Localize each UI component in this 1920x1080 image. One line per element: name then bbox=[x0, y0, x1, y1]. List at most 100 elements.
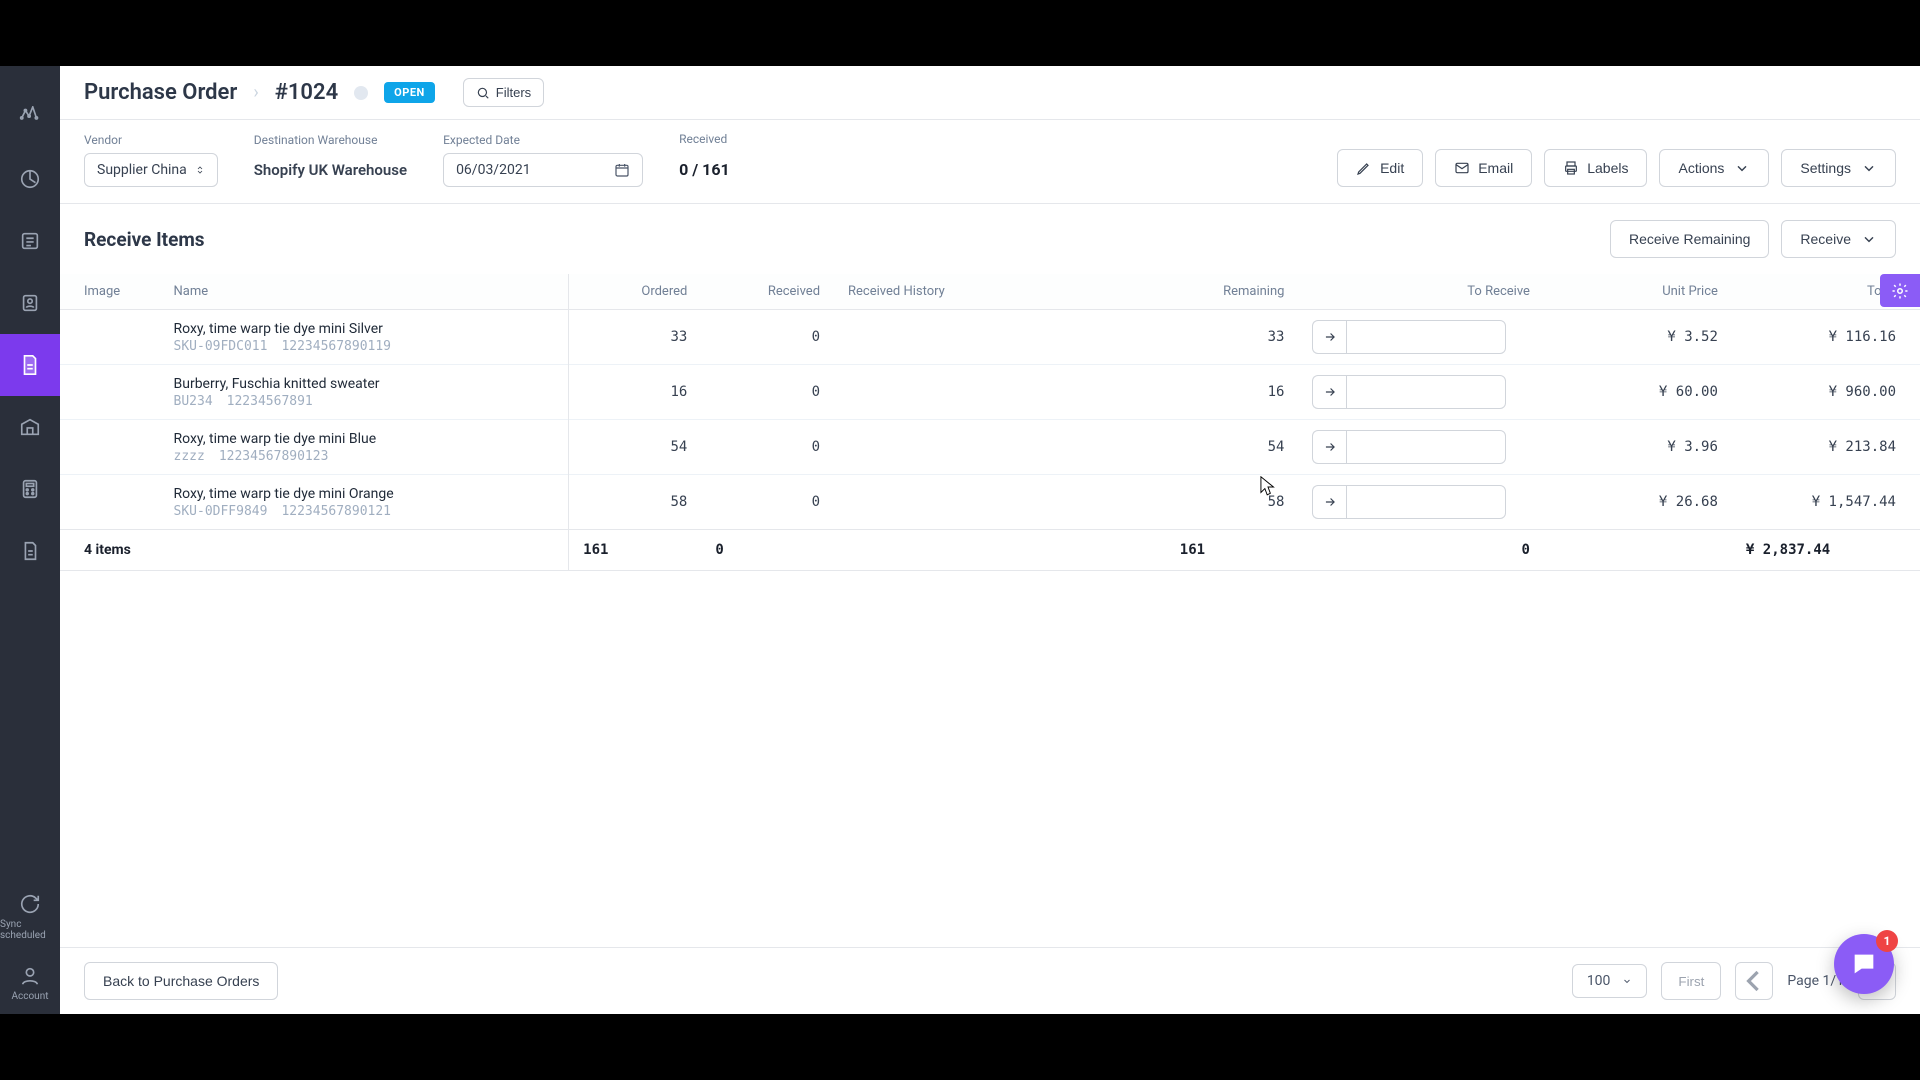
item-name[interactable]: Roxy, time warp tie dye mini Orange bbox=[174, 486, 555, 502]
chat-button[interactable]: 1 bbox=[1834, 934, 1894, 994]
po-number: #1024 bbox=[275, 80, 338, 105]
to-receive-input[interactable] bbox=[1346, 320, 1506, 354]
item-name[interactable]: Roxy, time warp tie dye mini Blue bbox=[174, 431, 555, 447]
email-button[interactable]: Email bbox=[1435, 149, 1532, 187]
breadcrumb-title[interactable]: Purchase Order bbox=[84, 80, 237, 105]
item-name-cell: Roxy, time warp tie dye mini Silver SKU-… bbox=[160, 310, 569, 365]
table-wrap: Image Name Ordered Received Received His… bbox=[60, 274, 1920, 1014]
received-label: Received bbox=[679, 132, 730, 146]
status-dot bbox=[354, 86, 368, 100]
envelope-icon bbox=[1454, 160, 1470, 176]
fill-remaining-button[interactable] bbox=[1312, 430, 1346, 464]
item-unit-price: ¥ 60.00 bbox=[1544, 365, 1732, 420]
dest-value: Shopify UK Warehouse bbox=[254, 153, 407, 187]
item-history bbox=[834, 420, 1166, 475]
chat-icon bbox=[1850, 950, 1878, 978]
to-receive-input[interactable] bbox=[1346, 375, 1506, 409]
table-settings-button[interactable] bbox=[1880, 274, 1920, 307]
receive-button[interactable]: Receive bbox=[1781, 220, 1896, 258]
item-remaining: 58 bbox=[1166, 475, 1299, 530]
item-to-receive-cell bbox=[1298, 420, 1543, 475]
item-unit-price: ¥ 26.68 bbox=[1544, 475, 1732, 530]
item-total: ¥ 960.00 bbox=[1732, 365, 1920, 420]
arrow-right-icon bbox=[1323, 495, 1337, 509]
filters-label: Filters bbox=[496, 85, 531, 100]
item-image bbox=[60, 475, 160, 530]
table-row: Burberry, Fuschia knitted sweater BU2341… bbox=[60, 365, 1920, 420]
page-prev-button[interactable] bbox=[1735, 962, 1773, 1000]
item-ordered: 54 bbox=[569, 420, 702, 475]
date-label: Expected Date bbox=[443, 133, 643, 147]
back-button[interactable]: Back to Purchase Orders bbox=[84, 962, 278, 1000]
item-ordered: 16 bbox=[569, 365, 702, 420]
sidebar-item-orders[interactable] bbox=[0, 210, 60, 272]
vendor-label: Vendor bbox=[84, 133, 218, 147]
section-header: Receive Items Receive Remaining Receive bbox=[60, 204, 1920, 274]
sidebar-item-dashboard[interactable] bbox=[0, 86, 60, 148]
item-name-cell: Burberry, Fuschia knitted sweater BU2341… bbox=[160, 365, 569, 420]
page-first-button[interactable]: First bbox=[1661, 962, 1721, 1000]
app-stage: Sync scheduled Account Purchase Order › … bbox=[0, 66, 1920, 1014]
item-name[interactable]: Burberry, Fuschia knitted sweater bbox=[174, 376, 555, 392]
letterbox-bottom bbox=[0, 1014, 1920, 1080]
sidebar-item-calculator[interactable] bbox=[0, 458, 60, 520]
sidebar-account[interactable]: Account bbox=[0, 953, 60, 1014]
main: Purchase Order › #1024 OPEN Filters Vend… bbox=[60, 66, 1920, 1014]
filters-button[interactable]: Filters bbox=[463, 78, 544, 107]
footer-received: 0 bbox=[701, 530, 834, 571]
actions-button[interactable]: Actions bbox=[1659, 149, 1769, 187]
vendor-select[interactable]: Supplier China bbox=[84, 153, 218, 187]
printer-icon bbox=[1563, 160, 1579, 176]
status-badge: OPEN bbox=[384, 82, 435, 103]
date-value: 06/03/2021 bbox=[456, 162, 531, 178]
sidebar-item-analytics[interactable] bbox=[0, 148, 60, 210]
to-receive-input[interactable] bbox=[1346, 485, 1506, 519]
page-size-value: 100 bbox=[1587, 973, 1611, 989]
to-receive-input[interactable] bbox=[1346, 430, 1506, 464]
item-total: ¥ 1,547.44 bbox=[1732, 475, 1920, 530]
chevron-down-icon bbox=[1861, 160, 1877, 176]
item-meta: SKU-0DFF984912234567890121 bbox=[174, 504, 555, 519]
sidebar-item-reports[interactable] bbox=[0, 520, 60, 582]
item-image bbox=[60, 310, 160, 365]
sidebar-sync[interactable]: Sync scheduled bbox=[0, 881, 60, 953]
sidebar-item-purchasing[interactable] bbox=[0, 334, 60, 396]
item-name-cell: Roxy, time warp tie dye mini Orange SKU-… bbox=[160, 475, 569, 530]
col-history: Received History bbox=[834, 274, 1166, 310]
fill-remaining-button[interactable] bbox=[1312, 320, 1346, 354]
pager: Back to Purchase Orders 100 First Page 1… bbox=[60, 947, 1920, 1014]
item-total: ¥ 116.16 bbox=[1732, 310, 1920, 365]
item-unit-price: ¥ 3.96 bbox=[1544, 420, 1732, 475]
arrow-right-icon bbox=[1323, 330, 1337, 344]
item-name[interactable]: Roxy, time warp tie dye mini Silver bbox=[174, 321, 555, 337]
item-image bbox=[60, 420, 160, 475]
edit-button[interactable]: Edit bbox=[1337, 149, 1423, 187]
col-unit-price: Unit Price bbox=[1544, 274, 1732, 310]
item-unit-price: ¥ 3.52 bbox=[1544, 310, 1732, 365]
calendar-icon bbox=[614, 162, 630, 178]
item-total: ¥ 213.84 bbox=[1732, 420, 1920, 475]
receive-remaining-button[interactable]: Receive Remaining bbox=[1610, 220, 1769, 258]
fill-remaining-button[interactable] bbox=[1312, 375, 1346, 409]
search-icon bbox=[476, 86, 490, 100]
section-title: Receive Items bbox=[84, 228, 205, 251]
gear-icon bbox=[1891, 282, 1909, 300]
chevron-left-icon bbox=[1736, 963, 1772, 999]
dest-label: Destination Warehouse bbox=[254, 133, 407, 147]
labels-button[interactable]: Labels bbox=[1544, 149, 1647, 187]
fill-remaining-button[interactable] bbox=[1312, 485, 1346, 519]
sidebar-item-customers[interactable] bbox=[0, 272, 60, 334]
chevron-down-icon bbox=[1734, 160, 1750, 176]
sidebar: Sync scheduled Account bbox=[0, 66, 60, 1014]
col-ordered: Ordered bbox=[569, 274, 702, 310]
settings-button[interactable]: Settings bbox=[1781, 149, 1896, 187]
item-ordered: 33 bbox=[569, 310, 702, 365]
item-meta: BU23412234567891 bbox=[174, 394, 555, 409]
date-input[interactable]: 06/03/2021 bbox=[443, 153, 643, 187]
letterbox-top bbox=[0, 0, 1920, 66]
pencil-icon bbox=[1356, 160, 1372, 176]
info-row: Vendor Supplier China Destination Wareho… bbox=[60, 120, 1920, 204]
sidebar-item-inventory[interactable] bbox=[0, 396, 60, 458]
page-size-select[interactable]: 100 bbox=[1572, 964, 1648, 998]
item-to-receive-cell bbox=[1298, 365, 1543, 420]
